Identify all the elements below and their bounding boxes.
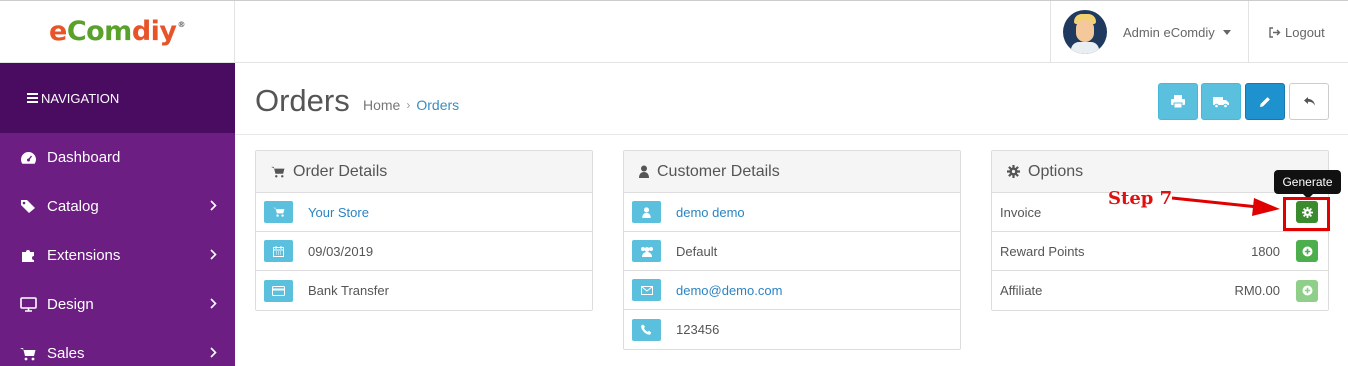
chevron-right-icon bbox=[210, 298, 217, 309]
reward-points-row: Reward Points 1800 bbox=[992, 232, 1328, 271]
reward-points-label: Reward Points bbox=[1000, 243, 1085, 259]
page-header: Orders Home › Orders bbox=[235, 63, 1348, 135]
step-label: Step 7 bbox=[1108, 188, 1173, 209]
monitor-icon bbox=[19, 297, 37, 312]
sidebar-item-label: Sales bbox=[47, 345, 85, 362]
user-icon bbox=[639, 165, 649, 178]
chevron-right-icon bbox=[210, 200, 217, 211]
dashboard-icon bbox=[19, 151, 37, 165]
add-reward-points-button[interactable] bbox=[1296, 240, 1318, 262]
breadcrumb-separator: › bbox=[406, 98, 411, 112]
nav-header[interactable]: NAVIGATION bbox=[0, 63, 235, 133]
customer-email-row: demo@demo.com bbox=[624, 271, 960, 310]
edit-button[interactable] bbox=[1245, 83, 1285, 120]
red-arrow-icon bbox=[1171, 196, 1280, 216]
gear-icon bbox=[1007, 165, 1020, 178]
sidebar-item-design[interactable]: Design bbox=[0, 280, 235, 329]
logo-registered: ® bbox=[177, 19, 186, 29]
caret-down-icon bbox=[1222, 29, 1231, 35]
generate-tooltip: Generate bbox=[1274, 170, 1341, 199]
affiliate-label: Affiliate bbox=[1000, 283, 1043, 298]
cart-icon bbox=[19, 347, 37, 361]
chevron-right-icon bbox=[210, 249, 217, 260]
invoice-label: Invoice bbox=[1000, 204, 1042, 220]
breadcrumb-home[interactable]: Home bbox=[363, 97, 400, 113]
page-title: Orders bbox=[255, 83, 350, 118]
back-button[interactable] bbox=[1289, 83, 1329, 120]
sidebar-item-label: Catalog bbox=[47, 198, 99, 215]
logout-link[interactable]: Logout bbox=[1269, 25, 1325, 40]
sidebar-item-label: Extensions bbox=[47, 247, 121, 264]
customer-group: Default bbox=[676, 243, 718, 259]
logo-diy: diy bbox=[131, 15, 177, 47]
sidebar-item-extensions[interactable]: Extensions bbox=[0, 231, 235, 280]
logout-label: Logout bbox=[1285, 25, 1325, 40]
envelope-icon bbox=[632, 279, 661, 301]
logo-e: e bbox=[49, 15, 67, 47]
customer-email-link[interactable]: demo@demo.com bbox=[676, 283, 782, 298]
customer-details-panel: Customer Details demo demo Default demo@… bbox=[623, 150, 961, 350]
logo-area[interactable]: eComdiy® bbox=[0, 1, 235, 63]
reply-icon bbox=[1303, 97, 1315, 106]
payment-method: Bank Transfer bbox=[308, 283, 389, 298]
customer-phone-row: 123456 bbox=[624, 310, 960, 349]
order-details-panel: Order Details Your Store 09/03/2019 Bank… bbox=[255, 150, 593, 311]
customer-name-link[interactable]: demo demo bbox=[676, 205, 745, 220]
calendar-icon bbox=[264, 240, 293, 262]
customer-name-row: demo demo bbox=[624, 193, 960, 232]
payment-method-row: Bank Transfer bbox=[256, 271, 592, 310]
breadcrumb-orders[interactable]: Orders bbox=[416, 97, 459, 113]
pencil-icon bbox=[1260, 96, 1270, 107]
chevron-right-icon bbox=[210, 347, 217, 358]
sidebar: NAVIGATION Dashboard Catalog Extensions … bbox=[0, 63, 235, 366]
sidebar-item-dashboard[interactable]: Dashboard bbox=[0, 133, 235, 182]
user-icon bbox=[632, 201, 661, 223]
credit-card-icon bbox=[264, 279, 293, 302]
sign-out-icon bbox=[1269, 27, 1281, 38]
sidebar-item-catalog[interactable]: Catalog bbox=[0, 182, 235, 231]
menu-bars-icon bbox=[27, 93, 38, 103]
truck-icon bbox=[1213, 96, 1229, 108]
phone-icon bbox=[632, 318, 661, 341]
customer-group-row: Default bbox=[624, 232, 960, 271]
order-date: 09/03/2019 bbox=[308, 243, 374, 259]
nav-title: NAVIGATION bbox=[41, 90, 120, 106]
cart-icon bbox=[264, 201, 293, 223]
affiliate-row: Affiliate RM0.00 bbox=[992, 271, 1328, 310]
order-store-row: Your Store bbox=[256, 193, 592, 232]
panel-heading: Customer Details bbox=[624, 151, 960, 193]
group-icon bbox=[632, 240, 661, 262]
ecomdiy-logo[interactable]: eComdiy® bbox=[49, 16, 185, 47]
tag-icon bbox=[19, 199, 37, 214]
store-link[interactable]: Your Store bbox=[308, 205, 369, 220]
add-commission-button[interactable] bbox=[1296, 279, 1318, 302]
breadcrumb: Home › Orders bbox=[363, 97, 459, 113]
panel-title: Customer Details bbox=[657, 162, 780, 180]
sidebar-item-sales[interactable]: Sales bbox=[0, 329, 235, 366]
logo-com: Com bbox=[66, 15, 133, 47]
puzzle-icon bbox=[19, 248, 37, 263]
panel-title: Options bbox=[1028, 162, 1084, 180]
top-header: eComdiy® Admin eComdiy Logout bbox=[0, 0, 1348, 63]
print-invoice-button[interactable] bbox=[1158, 83, 1198, 120]
avatar bbox=[1063, 10, 1107, 54]
user-name: Admin eComdiy bbox=[1123, 24, 1215, 40]
plus-circle-icon bbox=[1302, 285, 1312, 296]
sidebar-item-label: Design bbox=[47, 296, 94, 313]
affiliate-value: RM0.00 bbox=[1234, 283, 1280, 298]
customer-phone: 123456 bbox=[676, 322, 720, 337]
print-icon bbox=[1171, 95, 1185, 108]
plus-circle-icon bbox=[1302, 246, 1312, 256]
user-menu[interactable]: Admin eComdiy bbox=[1050, 1, 1249, 63]
sidebar-item-label: Dashboard bbox=[47, 149, 121, 166]
panel-heading: Order Details bbox=[256, 151, 592, 193]
highlight-box bbox=[1283, 197, 1330, 231]
reward-points-value: 1800 bbox=[1251, 243, 1280, 259]
panel-title: Order Details bbox=[293, 162, 388, 180]
print-shipping-button[interactable] bbox=[1201, 83, 1241, 120]
order-date-row: 09/03/2019 bbox=[256, 232, 592, 271]
cart-icon bbox=[271, 166, 285, 178]
